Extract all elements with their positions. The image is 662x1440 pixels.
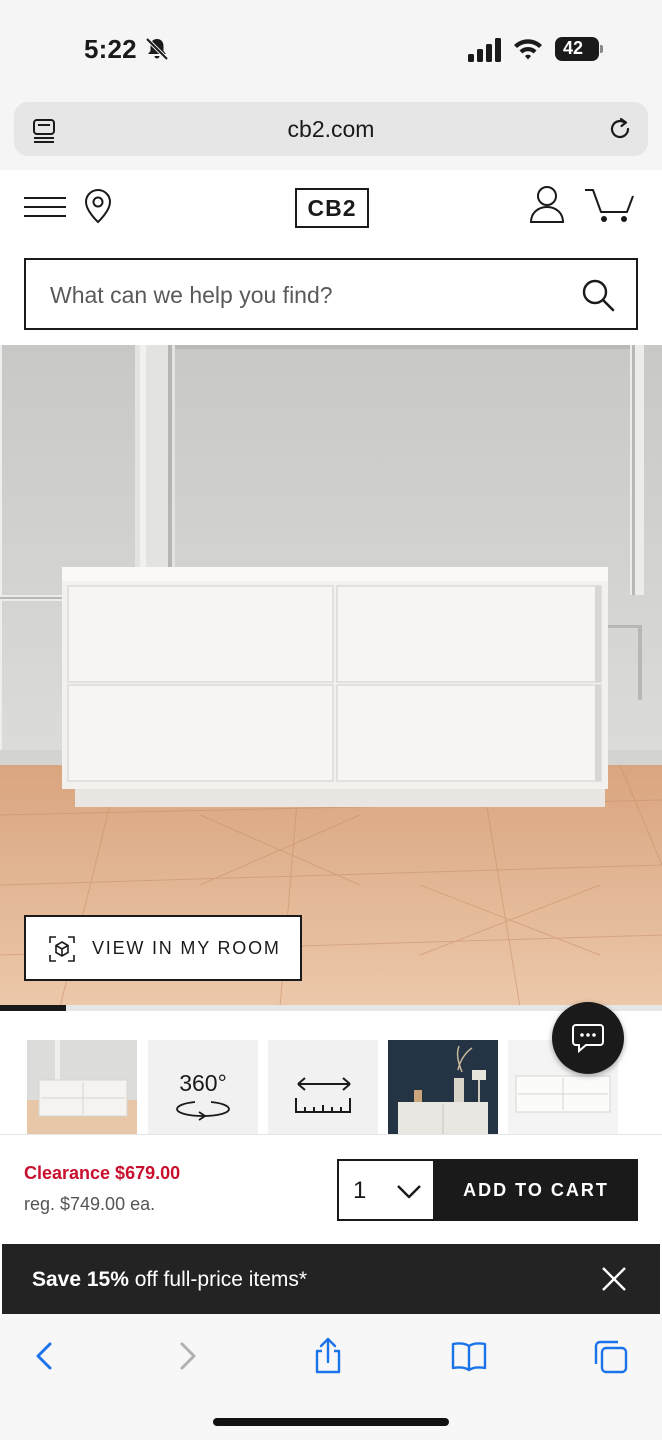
thumbnail-360[interactable]: 360° bbox=[148, 1040, 258, 1136]
ar-cube-icon bbox=[49, 936, 75, 962]
share-icon[interactable] bbox=[308, 1336, 348, 1376]
wifi-icon bbox=[514, 39, 542, 60]
promo-highlight: Save 15% bbox=[32, 1268, 129, 1291]
search-input[interactable] bbox=[50, 278, 570, 312]
quantity-value: 1 bbox=[353, 1177, 367, 1204]
cart-icon[interactable] bbox=[584, 184, 636, 224]
dimensions-icon bbox=[295, 1077, 351, 1113]
search-icon[interactable] bbox=[580, 277, 616, 313]
chat-icon bbox=[572, 1024, 604, 1054]
add-to-cart-button[interactable]: ADD TO CART bbox=[434, 1159, 638, 1221]
search-box[interactable] bbox=[24, 258, 638, 330]
thumbnail-styled-room[interactable] bbox=[388, 1040, 498, 1136]
bell-muted-icon bbox=[145, 37, 169, 61]
regular-price: reg. $749.00 ea. bbox=[24, 1194, 156, 1214]
battery-indicator: 42 bbox=[555, 37, 603, 61]
bookmarks-icon[interactable] bbox=[449, 1336, 489, 1376]
promo-rest: off full-price items* bbox=[128, 1268, 308, 1291]
thumbnail-dresser-front[interactable] bbox=[27, 1040, 137, 1136]
view-in-my-room-label: VIEW IN MY ROOM bbox=[92, 938, 281, 958]
gallery-progress bbox=[0, 1005, 662, 1011]
thumbnail-360-label: 360° bbox=[179, 1070, 227, 1096]
thumbnail-image bbox=[27, 1040, 137, 1136]
back-icon[interactable] bbox=[24, 1336, 64, 1376]
tabs-icon[interactable] bbox=[590, 1336, 630, 1376]
status-bar: 5:22 42 bbox=[0, 0, 662, 96]
location-pin-icon[interactable] bbox=[82, 188, 114, 224]
thumbnail-image bbox=[388, 1040, 498, 1136]
hamburger-menu-icon[interactable] bbox=[24, 192, 66, 222]
cellular-signal-icon bbox=[468, 38, 501, 62]
status-time: 5:22 bbox=[84, 34, 137, 64]
product-image[interactable]: VIEW IN MY ROOM bbox=[0, 345, 662, 1007]
clearance-price: Clearance $679.00 bbox=[24, 1163, 181, 1183]
rotate-360-icon bbox=[176, 1101, 230, 1121]
browser-toolbar bbox=[0, 1314, 662, 1440]
chevron-down-icon bbox=[397, 1185, 421, 1199]
dresser-photo bbox=[0, 345, 662, 1007]
thumbnail-dimensions[interactable] bbox=[268, 1040, 378, 1136]
reload-icon[interactable] bbox=[606, 115, 634, 143]
site-header: CB2 bbox=[0, 170, 662, 248]
close-icon[interactable] bbox=[600, 1265, 628, 1293]
forward-icon[interactable] bbox=[168, 1336, 208, 1376]
battery-level: 42 bbox=[562, 38, 584, 58]
promo-text: Save 15% off full-price items* bbox=[32, 1268, 307, 1292]
address-bar[interactable]: cb2.com bbox=[14, 102, 648, 156]
gallery-progress-fill bbox=[0, 1005, 67, 1011]
account-icon[interactable] bbox=[528, 184, 566, 224]
home-indicator bbox=[213, 1418, 449, 1426]
purchase-bar: Clearance $679.00 reg. $749.00 ea. 1 ADD… bbox=[0, 1134, 662, 1244]
site-logo[interactable]: CB2 bbox=[295, 188, 369, 228]
chat-button[interactable] bbox=[552, 1002, 624, 1074]
address-bar-container: cb2.com bbox=[0, 96, 662, 170]
view-in-my-room-button[interactable]: VIEW IN MY ROOM bbox=[24, 915, 302, 981]
url-text[interactable]: cb2.com bbox=[14, 116, 648, 143]
quantity-select[interactable]: 1 bbox=[337, 1159, 435, 1221]
promo-banner: Save 15% off full-price items* bbox=[2, 1244, 660, 1314]
